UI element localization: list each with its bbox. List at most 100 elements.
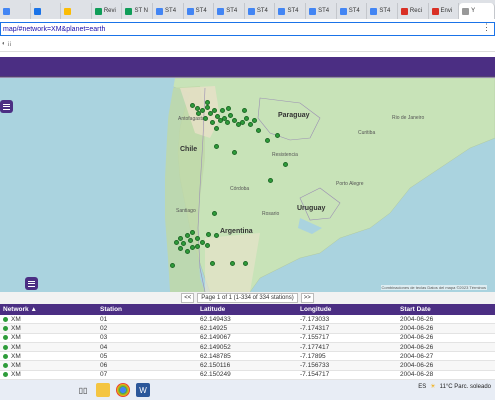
cell-longitude: -7.155717 [300, 334, 330, 342]
word-icon[interactable]: W [136, 383, 150, 397]
browser-tab[interactable]: ST4 [184, 3, 215, 19]
station-marker[interactable] [178, 246, 183, 251]
station-marker[interactable] [256, 128, 261, 133]
url-input[interactable]: map/#network=XM&planet=earth [0, 22, 495, 36]
map-list-menu-button[interactable] [25, 277, 38, 290]
map-land-svg [0, 78, 495, 292]
station-marker[interactable] [196, 111, 201, 116]
station-marker[interactable] [240, 120, 245, 125]
col-network-header[interactable]: Network ▲ [0, 306, 100, 313]
table-row[interactable]: XM 05 62.148785 -7.17895 2004-06-27 [0, 352, 495, 362]
chrome-icon[interactable] [116, 383, 130, 397]
station-marker[interactable] [174, 240, 179, 245]
table-row[interactable]: XM 03 62.149067 -7.155717 2004-06-26 [0, 334, 495, 343]
windows-taskbar: ▯▯ W ES ☀ 11°C Parc. soleado [0, 380, 495, 400]
col-longitude-header[interactable]: Longitude [300, 306, 400, 313]
station-marker[interactable] [214, 144, 219, 149]
browser-tab[interactable]: Y [459, 3, 495, 19]
tab-label: ST4 [287, 8, 299, 14]
browser-tab[interactable]: ST4 [214, 3, 245, 19]
search-box[interactable] [2, 383, 70, 397]
browser-tab[interactable]: ST4 [306, 3, 337, 19]
browser-tab[interactable]: ST4 [367, 3, 398, 19]
table-row[interactable]: XM 02 62.14925 -7.174317 2004-06-26 [0, 324, 495, 334]
cell-network: XM [0, 362, 100, 369]
browser-tab[interactable]: Reci [398, 3, 429, 19]
station-marker[interactable] [283, 162, 288, 167]
station-marker[interactable] [170, 263, 175, 268]
station-marker[interactable] [214, 233, 219, 238]
col-station-header[interactable]: Station [100, 306, 200, 313]
station-marker[interactable] [214, 126, 219, 131]
station-marker[interactable] [244, 116, 249, 121]
map-attribution[interactable]: Combinaciones de teclas Datos del mapa ©… [380, 285, 487, 290]
bookmark-item[interactable]: ◐ ¡¡ [2, 41, 11, 47]
tab-label: ST4 [165, 8, 177, 14]
map-label-curitiba: Curitiba [358, 130, 376, 136]
station-marker[interactable] [188, 238, 193, 243]
station-marker[interactable] [242, 108, 247, 113]
station-marker[interactable] [185, 249, 190, 254]
col-start-date-header[interactable]: Start Date [400, 306, 495, 313]
station-marker[interactable] [268, 178, 273, 183]
station-marker[interactable] [195, 244, 200, 249]
station-marker[interactable] [226, 106, 231, 111]
station-marker[interactable] [248, 122, 253, 127]
station-marker[interactable] [252, 118, 257, 123]
station-marker[interactable] [212, 211, 217, 216]
task-view-icon[interactable]: ▯▯ [76, 383, 90, 397]
cell-network-text: XM [11, 324, 21, 332]
station-marker[interactable] [205, 243, 210, 248]
cell-network: XM [0, 353, 100, 360]
browser-tab[interactable]: Revi [92, 3, 123, 19]
browser-tab[interactable]: ST4 [337, 3, 368, 19]
prev-page-button[interactable]: << [181, 293, 195, 303]
cell-latitude: 62.150249 [200, 371, 231, 379]
table-row[interactable]: XM 06 62.150116 -7.156733 2004-06-26 [0, 361, 495, 371]
station-marker[interactable] [181, 241, 186, 246]
station-marker[interactable] [203, 116, 208, 121]
table-row[interactable]: XM 07 62.150249 -7.154717 2004-06-28 [0, 371, 495, 381]
browser-tab[interactable]: ST4 [153, 3, 184, 19]
browser-tab[interactable] [0, 3, 31, 19]
station-marker[interactable] [205, 105, 210, 110]
station-marker[interactable] [210, 261, 215, 266]
cell-start-date: 2004-06-26 [400, 362, 434, 370]
station-marker[interactable] [220, 108, 225, 113]
station-marker[interactable] [228, 113, 233, 118]
table-row[interactable]: XM 04 62.149052 -7.177417 2004-06-26 [0, 342, 495, 353]
cell-latitude: 62.14925 [200, 324, 228, 332]
next-page-button[interactable]: >> [300, 293, 314, 303]
cell-longitude: -7.154717 [300, 371, 330, 379]
station-marker[interactable] [205, 100, 210, 105]
table-row[interactable]: XM 01 62.149433 -7.173033 2004-06-26 [0, 315, 495, 325]
browser-tab[interactable] [31, 3, 62, 19]
col-latitude-header[interactable]: Latitude [200, 306, 300, 313]
weather-text[interactable]: 11°C Parc. soleado [440, 384, 491, 390]
station-map[interactable]: Paraguay Chile Argentina Uruguay Antofag… [0, 78, 495, 292]
station-marker[interactable] [206, 232, 211, 237]
station-marker[interactable] [210, 120, 215, 125]
station-marker[interactable] [195, 236, 200, 241]
file-explorer-icon[interactable] [96, 383, 110, 397]
browser-tab[interactable]: Envi [429, 3, 460, 19]
station-marker[interactable] [275, 133, 280, 138]
map-layers-menu-button[interactable] [0, 100, 13, 113]
browser-tab[interactable]: ST N [122, 3, 154, 19]
station-marker[interactable] [265, 138, 270, 143]
browser-tab[interactable]: ST4 [275, 3, 307, 19]
browser-tab-strip: Revi ST N ST4 ST4 ST4 ST4 ST4 ST4 ST4 ST4 Reci Envi… [0, 0, 495, 19]
station-marker[interactable] [225, 120, 230, 125]
station-marker[interactable] [190, 230, 195, 235]
station-marker[interactable] [212, 108, 217, 113]
tab-favicon-icon [94, 7, 102, 15]
browser-menu-icon[interactable]: ⋮ [482, 22, 491, 33]
station-marker[interactable] [232, 150, 237, 155]
station-marker[interactable] [243, 261, 248, 266]
language-indicator[interactable]: ES [418, 384, 426, 390]
browser-tab[interactable] [61, 3, 92, 19]
cell-latitude: 62.149433 [200, 315, 231, 323]
cell-network-text: XM [11, 315, 21, 323]
station-marker[interactable] [230, 261, 235, 266]
browser-tab[interactable]: ST4 [245, 3, 276, 19]
